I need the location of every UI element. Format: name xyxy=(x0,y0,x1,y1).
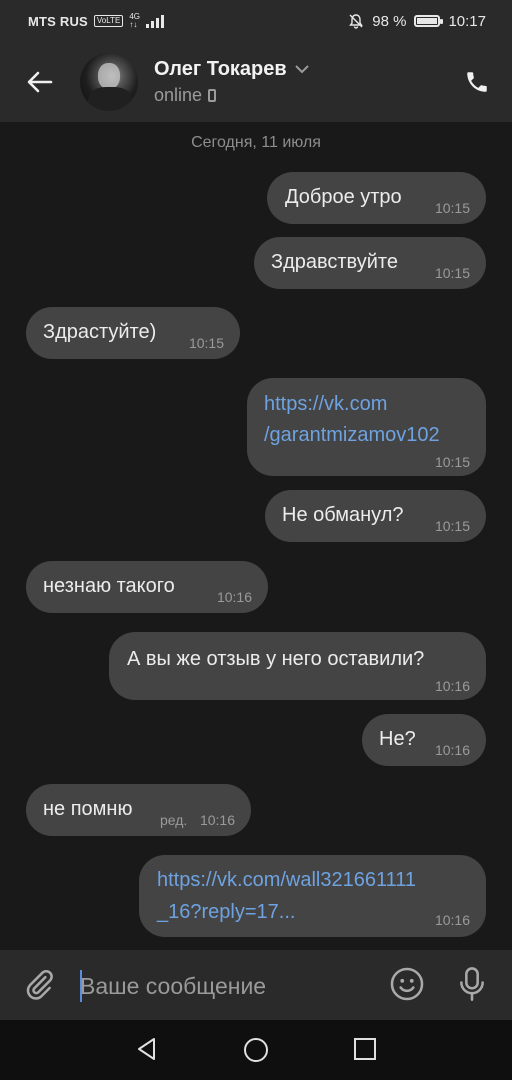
mic-icon xyxy=(460,967,484,1001)
message-bubble[interactable]: Здрастуйте) 10:15 xyxy=(26,307,240,359)
back-arrow-icon xyxy=(27,71,53,93)
message-text: Не обманул? xyxy=(282,504,404,526)
mobile-device-icon xyxy=(208,89,217,102)
nav-back-button[interactable] xyxy=(134,1036,160,1067)
network-type: 4G ↑↓ xyxy=(129,12,140,29)
message-input[interactable]: Ваше сообщение xyxy=(80,966,370,1006)
message-bubble[interactable]: не помню ред. 10:16 xyxy=(26,784,251,836)
emoji-icon xyxy=(390,967,424,1001)
message-link[interactable]: _16?reply=17... xyxy=(157,901,295,924)
chat-header: Олег Токарев online xyxy=(0,42,512,122)
nav-recents-icon xyxy=(354,1038,376,1060)
message-time: 10:15 xyxy=(434,200,470,216)
back-button[interactable] xyxy=(0,42,80,122)
mute-bell-icon xyxy=(349,14,364,29)
message-text: Не? xyxy=(379,728,416,750)
nav-recents-button[interactable] xyxy=(352,1036,378,1067)
chevron-down-icon xyxy=(294,65,309,74)
emoji-button[interactable] xyxy=(388,965,426,1008)
nav-home-icon xyxy=(244,1038,268,1062)
attach-button[interactable] xyxy=(22,968,56,1007)
signal-icon xyxy=(146,14,164,28)
message-bubble[interactable]: Доброе утро 10:15 xyxy=(267,172,486,224)
battery-percent: 98 % xyxy=(372,12,407,30)
battery-fill xyxy=(417,18,438,24)
message-bubble[interactable]: https://vk.com/wall321661111 _16?reply=1… xyxy=(139,855,486,937)
date-separator: Сегодня, 11 июля xyxy=(191,134,321,151)
message-time: 10:16 xyxy=(216,589,252,605)
phone-icon xyxy=(467,72,487,92)
message-text: незнаю такого xyxy=(43,575,175,597)
message-text: не помню xyxy=(43,798,133,820)
message-link[interactable]: https://vk.com/wall321661111 xyxy=(157,869,416,892)
message-time: 10:16 xyxy=(199,812,235,828)
nav-home-button[interactable] xyxy=(242,1036,270,1069)
contact-status: online xyxy=(154,85,203,105)
message-link[interactable]: /garantmizamov102 xyxy=(264,424,440,447)
volte-badge: VoLTE xyxy=(93,15,124,27)
clock: 10:17 xyxy=(448,12,486,30)
message-time: 10:15 xyxy=(434,518,470,534)
message-text: Здрастуйте) xyxy=(43,321,157,343)
status-bar: MTS RUS VoLTE 4G ↑↓ 98 % 10:17 xyxy=(0,0,512,42)
voice-message-button[interactable] xyxy=(455,965,489,1008)
message-bubble[interactable]: незнаю такого 10:16 xyxy=(26,561,268,613)
carrier-name: MTS RUS xyxy=(28,13,88,29)
message-text: Доброе утро xyxy=(285,186,402,208)
message-link[interactable]: https://vk.com xyxy=(264,393,387,416)
attach-icon xyxy=(26,969,53,1000)
message-bubble[interactable]: Не? 10:16 xyxy=(362,714,486,766)
message-text: Здравствуйте xyxy=(271,251,398,273)
message-bubble[interactable]: А вы же отзыв у него оставили? 10:16 xyxy=(109,632,486,700)
battery-icon xyxy=(414,15,444,27)
message-time: 10:16 xyxy=(434,742,470,758)
avatar[interactable] xyxy=(80,53,138,111)
message-bubble[interactable]: Не обманул? 10:15 xyxy=(265,490,486,542)
message-bubble[interactable]: https://vk.com /garantmizamov102 10:15 xyxy=(247,378,486,476)
contact-info[interactable]: Олег Токарев online xyxy=(154,58,442,106)
message-time: 10:15 xyxy=(434,265,470,281)
nav-back-icon xyxy=(138,1038,155,1060)
message-time: 10:15 xyxy=(188,335,224,351)
message-text: А вы же отзыв у него оставили? xyxy=(127,648,425,670)
message-bubble[interactable]: Здравствуйте 10:15 xyxy=(254,237,486,289)
message-time: 10:15 xyxy=(434,454,470,470)
message-time: 10:16 xyxy=(434,912,470,928)
call-button[interactable] xyxy=(442,42,512,122)
message-edited-label: ред. xyxy=(160,812,188,828)
contact-name: Олег Токарев xyxy=(154,58,287,80)
message-time: 10:16 xyxy=(434,678,470,694)
